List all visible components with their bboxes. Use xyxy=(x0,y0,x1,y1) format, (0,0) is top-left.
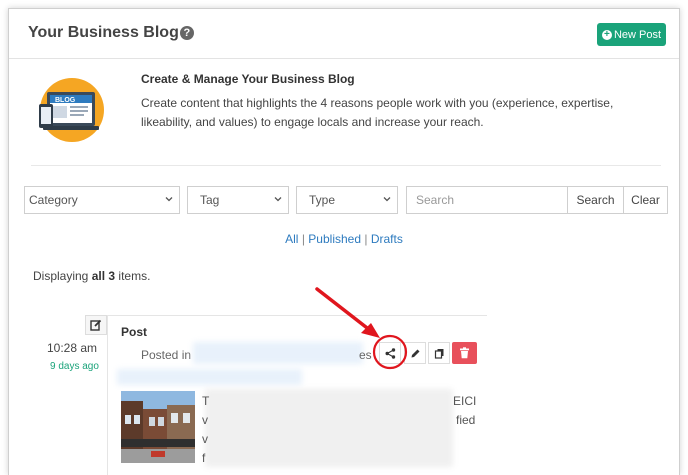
delete-button[interactable] xyxy=(452,342,477,364)
compose-icon-box[interactable] xyxy=(85,315,107,335)
post-time: 10:28 am xyxy=(47,341,98,355)
intro-text: Create content that highlights the 4 rea… xyxy=(141,96,614,129)
blog-illustration: BLOG xyxy=(39,78,104,142)
plus-circle-icon: + xyxy=(601,29,612,40)
chevron-down-icon xyxy=(274,197,282,202)
chevron-down-icon xyxy=(165,197,173,202)
status-filter-links: All | Published | Drafts xyxy=(285,232,403,246)
chevron-down-icon xyxy=(383,197,391,202)
published-link[interactable]: Published xyxy=(308,232,361,246)
blog-illustration-label: BLOG xyxy=(55,97,76,104)
intro-heading: Create & Manage Your Business Blog xyxy=(141,72,355,86)
blog-panel: Your Business Blog? + New Post BLOG Crea… xyxy=(8,8,680,475)
category-select[interactable]: Category xyxy=(24,186,180,214)
list-summary: Displaying all 3 items. xyxy=(33,269,151,283)
trash-icon xyxy=(460,347,469,359)
tag-select[interactable]: Tag xyxy=(187,186,289,214)
duplicate-button[interactable] xyxy=(428,342,450,364)
search-input[interactable]: Search xyxy=(406,186,568,214)
search-button[interactable]: Search xyxy=(567,186,624,214)
type-select[interactable]: Type xyxy=(296,186,398,214)
divider xyxy=(31,165,661,166)
clear-button[interactable]: Clear xyxy=(623,186,668,214)
copy-icon xyxy=(434,348,443,359)
post-type-label: Post xyxy=(121,325,148,339)
drafts-link[interactable]: Drafts xyxy=(371,232,403,246)
redacted-title xyxy=(117,369,302,385)
question-circle-icon[interactable]: ? xyxy=(179,26,194,40)
post-thumbnail xyxy=(121,391,195,463)
timeline-line xyxy=(107,315,108,475)
post-top-border xyxy=(107,315,487,316)
new-post-button[interactable]: + New Post xyxy=(597,23,666,46)
redacted-snippet xyxy=(205,389,453,467)
posted-in-label: Posted in xyxy=(141,348,192,362)
panel-header: Your Business Blog? + New Post xyxy=(9,9,679,59)
page-title: Your Business Blog? xyxy=(28,24,194,42)
annotation-arrow xyxy=(315,287,408,370)
post-ago: 9 days ago xyxy=(50,361,99,372)
edit-square-icon xyxy=(90,319,102,331)
all-link[interactable]: All xyxy=(285,232,298,246)
